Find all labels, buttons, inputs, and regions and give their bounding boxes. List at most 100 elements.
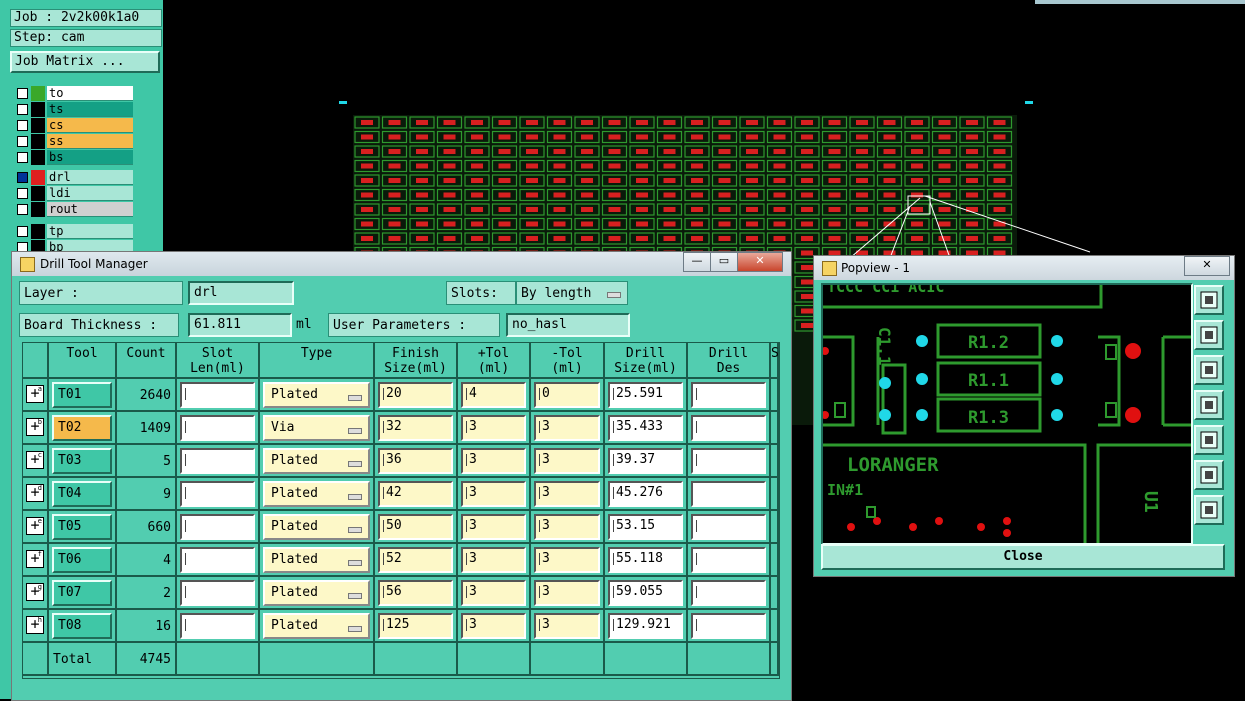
layer-color-swatch[interactable] — [31, 86, 45, 101]
drill-des-input[interactable] — [691, 382, 766, 408]
tool-button-t06[interactable]: T06 — [52, 547, 112, 573]
plus-tol-input[interactable]: 4 — [461, 382, 526, 408]
layer-row-ts[interactable]: ts — [14, 102, 133, 117]
tool-button-t03[interactable]: T03 — [52, 448, 112, 474]
board-thickness-field[interactable]: 61.811 — [188, 313, 292, 337]
popview-titlebar[interactable]: Popview - 1 ✕ — [814, 256, 1234, 280]
type-dropdown[interactable]: Plated — [263, 547, 370, 573]
pan-up-button[interactable] — [1194, 320, 1224, 350]
expand-tool-button[interactable]: + h — [26, 616, 44, 634]
popview-close-x-button[interactable]: ✕ — [1184, 256, 1230, 276]
expand-tool-button[interactable]: + f — [26, 550, 44, 568]
zoom-in-button[interactable] — [1194, 495, 1224, 525]
pan-down-button[interactable] — [1194, 355, 1224, 385]
type-dropdown[interactable]: Plated — [263, 514, 370, 540]
layer-checkbox[interactable] — [17, 104, 28, 115]
expand-tool-button[interactable]: + b — [26, 418, 44, 436]
drill-size-input[interactable]: 35.433 — [608, 415, 683, 441]
drill-des-input[interactable] — [691, 448, 766, 474]
drill-des-input[interactable] — [691, 613, 766, 639]
layer-checkbox[interactable] — [17, 152, 28, 163]
plus-tol-input[interactable]: 3 — [461, 415, 526, 441]
drill-des-input[interactable] — [691, 547, 766, 573]
minus-tol-input[interactable]: 0 — [534, 382, 600, 408]
slot-length-input[interactable] — [180, 580, 255, 606]
drill-size-input[interactable]: 45.276 — [608, 481, 683, 507]
layer-color-swatch[interactable] — [31, 202, 45, 217]
zoom-out-button[interactable] — [1194, 460, 1224, 490]
finish-size-input[interactable]: 36 — [378, 448, 453, 474]
layer-color-swatch[interactable] — [31, 186, 45, 201]
drill-size-input[interactable]: 39.37 — [608, 448, 683, 474]
slots-dropdown[interactable]: By length — [516, 281, 628, 305]
tool-button-t08[interactable]: T08 — [52, 613, 112, 639]
popview-canvas[interactable]: R1.2 R1.1 R1.3 LORANGER IN#1 TCCC CC1 AC… — [821, 283, 1193, 545]
tool-button-t02[interactable]: T02 — [52, 415, 112, 441]
slot-length-input[interactable] — [180, 448, 255, 474]
drill-size-input[interactable]: 129.921 — [608, 613, 683, 639]
expand-tool-button[interactable]: + e — [26, 517, 44, 535]
minus-tol-input[interactable]: 3 — [534, 547, 600, 573]
minus-tol-input[interactable]: 3 — [534, 514, 600, 540]
finish-size-input[interactable]: 52 — [378, 547, 453, 573]
drill-size-input[interactable]: 53.15 — [608, 514, 683, 540]
plus-tol-input[interactable]: 3 — [461, 481, 526, 507]
layer-color-swatch[interactable] — [31, 170, 45, 185]
layer-checkbox[interactable] — [17, 136, 28, 147]
popview-close-button[interactable]: Close — [821, 544, 1225, 570]
drill-des-input[interactable] — [691, 514, 766, 540]
layer-field[interactable]: drl — [188, 281, 294, 305]
finish-size-input[interactable]: 125 — [378, 613, 453, 639]
plus-tol-input[interactable]: 3 — [461, 448, 526, 474]
tool-button-t01[interactable]: T01 — [52, 382, 112, 408]
slot-length-input[interactable] — [180, 613, 255, 639]
user-parameters-field[interactable]: no_hasl — [506, 313, 630, 337]
layer-row-to[interactable]: to — [14, 86, 133, 101]
minus-tol-input[interactable]: 3 — [534, 415, 600, 441]
finish-size-input[interactable]: 56 — [378, 580, 453, 606]
maximize-button[interactable]: ▭ — [710, 252, 738, 272]
expand-tool-button[interactable]: + a — [26, 385, 44, 403]
layer-row-ldi[interactable]: ldi — [14, 186, 133, 201]
plus-tol-input[interactable]: 3 — [461, 580, 526, 606]
slot-length-input[interactable] — [180, 547, 255, 573]
type-dropdown[interactable]: Plated — [263, 580, 370, 606]
layer-checkbox[interactable] — [17, 188, 28, 199]
job-matrix-button[interactable]: Job Matrix ... — [10, 51, 160, 73]
tool-button-t05[interactable]: T05 — [52, 514, 112, 540]
slot-length-input[interactable] — [180, 481, 255, 507]
slot-length-input[interactable] — [180, 415, 255, 441]
type-dropdown[interactable]: Plated — [263, 382, 370, 408]
slot-length-input[interactable] — [180, 382, 255, 408]
expand-tool-button[interactable]: + g — [26, 583, 44, 601]
finish-size-input[interactable]: 50 — [378, 514, 453, 540]
layer-row-ss[interactable]: ss — [14, 134, 133, 149]
layer-checkbox[interactable] — [17, 88, 28, 99]
drill-des-input[interactable] — [691, 580, 766, 606]
layer-row-rout[interactable]: rout — [14, 202, 133, 217]
minus-tol-input[interactable]: 3 — [534, 448, 600, 474]
minus-tol-input[interactable]: 3 — [534, 481, 600, 507]
layer-color-swatch[interactable] — [31, 150, 45, 165]
layer-color-swatch[interactable] — [31, 118, 45, 133]
slot-length-input[interactable] — [180, 514, 255, 540]
plus-tol-input[interactable]: 3 — [461, 613, 526, 639]
drill-tool-manager-titlebar[interactable]: Drill Tool Manager — ▭ ✕ — [12, 252, 791, 276]
plus-tol-input[interactable]: 3 — [461, 514, 526, 540]
finish-size-input[interactable]: 42 — [378, 481, 453, 507]
close-window-button[interactable]: ✕ — [737, 252, 783, 272]
expand-tool-button[interactable]: + d — [26, 484, 44, 502]
drill-size-input[interactable]: 59.055 — [608, 580, 683, 606]
pan-right-button[interactable] — [1194, 425, 1224, 455]
drill-des-input[interactable] — [691, 481, 766, 507]
finish-size-input[interactable]: 20 — [378, 382, 453, 408]
layer-checkbox[interactable] — [17, 120, 28, 131]
drill-size-input[interactable]: 55.118 — [608, 547, 683, 573]
expand-tool-button[interactable]: + c — [26, 451, 44, 469]
layer-checkbox[interactable] — [17, 226, 28, 237]
layer-row-cs[interactable]: cs — [14, 118, 133, 133]
drill-des-input[interactable] — [691, 415, 766, 441]
type-dropdown[interactable]: Plated — [263, 481, 370, 507]
drill-size-input[interactable]: 25.591 — [608, 382, 683, 408]
layer-color-swatch[interactable] — [31, 134, 45, 149]
